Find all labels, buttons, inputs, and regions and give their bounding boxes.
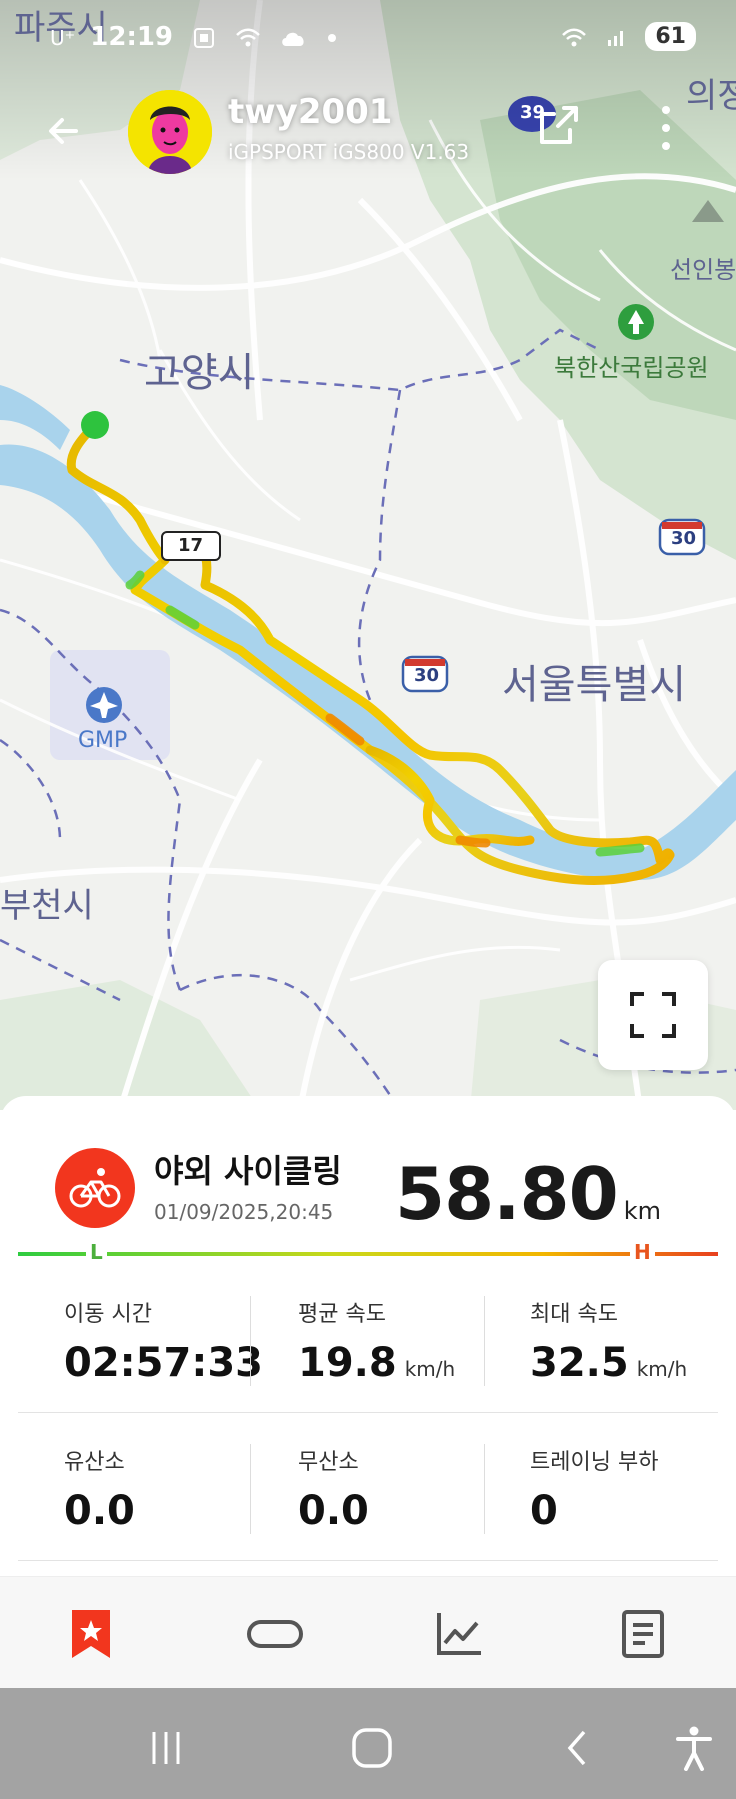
avatar[interactable] — [128, 90, 212, 174]
divider — [18, 1560, 718, 1561]
route-30-label-b: 30 — [671, 528, 697, 549]
activity-header: twy2001 iGPSPORT iGS800 V1.63 — [0, 80, 736, 190]
map-label-bukhansan: 북한산국립공원 — [554, 354, 709, 382]
stat-label: 무산소 — [298, 1450, 359, 1475]
route-17-label: 17 — [178, 535, 204, 556]
stat-avg-speed: 평균 속도 19.8 km/h — [298, 1296, 528, 1386]
stat-value: 0.0 — [298, 1488, 528, 1534]
bicycle-icon — [69, 1168, 121, 1208]
back-chevron-icon — [567, 1730, 586, 1766]
username: twy2001 — [228, 92, 393, 132]
home-button[interactable] — [342, 1718, 402, 1778]
screenshot-icon — [194, 27, 215, 48]
stat-max-speed: 최대 속도 32.5 km/h — [530, 1296, 736, 1386]
divider — [484, 1296, 485, 1386]
stat-unit: km/h — [636, 1357, 688, 1381]
stat-moving-time: 이동 시간 02:57:33 — [64, 1296, 294, 1386]
stat-unit: km/h — [404, 1357, 456, 1381]
status-bar: U⁺ 12:19 61 — [0, 0, 736, 72]
notification-dot-icon — [328, 33, 337, 42]
battery-indicator: 61 — [645, 22, 696, 51]
stat-number: 0.0 — [64, 1488, 135, 1534]
cloud-icon — [282, 32, 304, 46]
activity-title: 야외 사이클링 — [154, 1152, 342, 1190]
map-label-gmp: GMP — [78, 728, 128, 753]
speed-legend-bar — [18, 1252, 718, 1256]
tab-charts[interactable] — [424, 1599, 494, 1669]
recent-apps-icon — [152, 1732, 180, 1764]
stat-value: 19.8 km/h — [298, 1340, 528, 1386]
distance-unit: km — [623, 1197, 661, 1225]
wifi-icon — [236, 28, 261, 46]
stat-number: 19.8 — [298, 1340, 397, 1386]
stat-aerobic: 유산소 0.0 — [64, 1444, 294, 1534]
tab-summary[interactable] — [56, 1599, 126, 1669]
distance-value: 58.80 — [394, 1152, 619, 1236]
stat-value: 02:57:33 — [64, 1340, 294, 1386]
document-icon — [622, 1610, 664, 1658]
fullscreen-button[interactable] — [598, 960, 708, 1070]
stat-label: 최대 속도 — [530, 1302, 618, 1327]
bookmark-star-icon — [72, 1610, 110, 1658]
activity-summary-panel: 야외 사이클링 01/09/2025,20:45 58.80 km L H 이동 … — [0, 1096, 736, 1576]
divider — [250, 1296, 251, 1386]
accessibility-icon — [676, 1726, 712, 1771]
stat-value: 32.5 km/h — [530, 1340, 736, 1386]
map-label-bucheon: 부천시 — [0, 886, 94, 926]
recent-apps-button[interactable] — [136, 1718, 196, 1778]
divider — [484, 1444, 485, 1534]
status-right: 61 — [551, 22, 696, 51]
stat-number: 32.5 — [530, 1340, 629, 1386]
more-vertical-icon[interactable] — [646, 100, 686, 156]
carrier-label: U⁺ — [50, 26, 76, 50]
stat-value: 0.0 — [64, 1488, 294, 1534]
stat-anaerobic: 무산소 0.0 — [298, 1444, 528, 1534]
divider — [250, 1444, 251, 1534]
line-chart-icon — [437, 1613, 481, 1655]
stat-number: 0 — [530, 1488, 558, 1534]
avatar-image — [128, 90, 212, 174]
tab-laps[interactable] — [240, 1599, 310, 1669]
route-30-label-a: 30 — [414, 665, 440, 686]
map-label-goyang: 고양시 — [144, 350, 255, 396]
route-map[interactable]: 파주시 의정 고양시 선인봉 북한산국립공원 서울특별시 GMP 부천시 30 … — [0, 0, 736, 1110]
fullscreen-icon — [630, 992, 676, 1038]
accessibility-button[interactable] — [664, 1718, 724, 1778]
device-name: iGPSPORT iGS800 V1.63 — [228, 140, 470, 164]
activity-datetime: 01/09/2025,20:45 — [154, 1200, 334, 1224]
stat-training-load: 트레이닝 부하 0 — [530, 1444, 736, 1534]
stat-number: 02:57:33 — [64, 1340, 263, 1386]
stat-number: 0.0 — [298, 1488, 369, 1534]
stat-label: 평균 속도 — [298, 1302, 386, 1327]
tab-details[interactable] — [608, 1599, 678, 1669]
cycling-activity-icon — [55, 1148, 135, 1228]
map-label-seoul: 서울특별시 — [502, 662, 686, 708]
track-loop-icon — [247, 1620, 303, 1648]
status-left: U⁺ 12:19 — [50, 22, 337, 52]
back-arrow-icon[interactable] — [40, 106, 90, 156]
back-nav-button[interactable] — [548, 1718, 608, 1778]
stat-label: 트레이닝 부하 — [530, 1450, 659, 1475]
system-navigation-bar — [0, 1688, 736, 1799]
clock: 12:19 — [90, 22, 174, 52]
stat-label: 유산소 — [64, 1450, 125, 1475]
legend-low-label: L — [86, 1240, 107, 1264]
home-icon — [352, 1728, 392, 1768]
legend-high-label: H — [630, 1240, 655, 1264]
divider — [18, 1412, 718, 1413]
signal-icon — [608, 30, 624, 46]
map-label-seoninbong: 선인봉 — [670, 256, 736, 284]
bottom-tab-bar — [0, 1576, 736, 1688]
stat-value: 0 — [530, 1488, 736, 1534]
wifi-5g-icon — [562, 28, 587, 46]
start-marker — [81, 411, 109, 439]
total-distance: 58.80 km — [395, 1152, 661, 1236]
share-icon[interactable] — [534, 100, 584, 150]
stat-label: 이동 시간 — [64, 1302, 152, 1327]
